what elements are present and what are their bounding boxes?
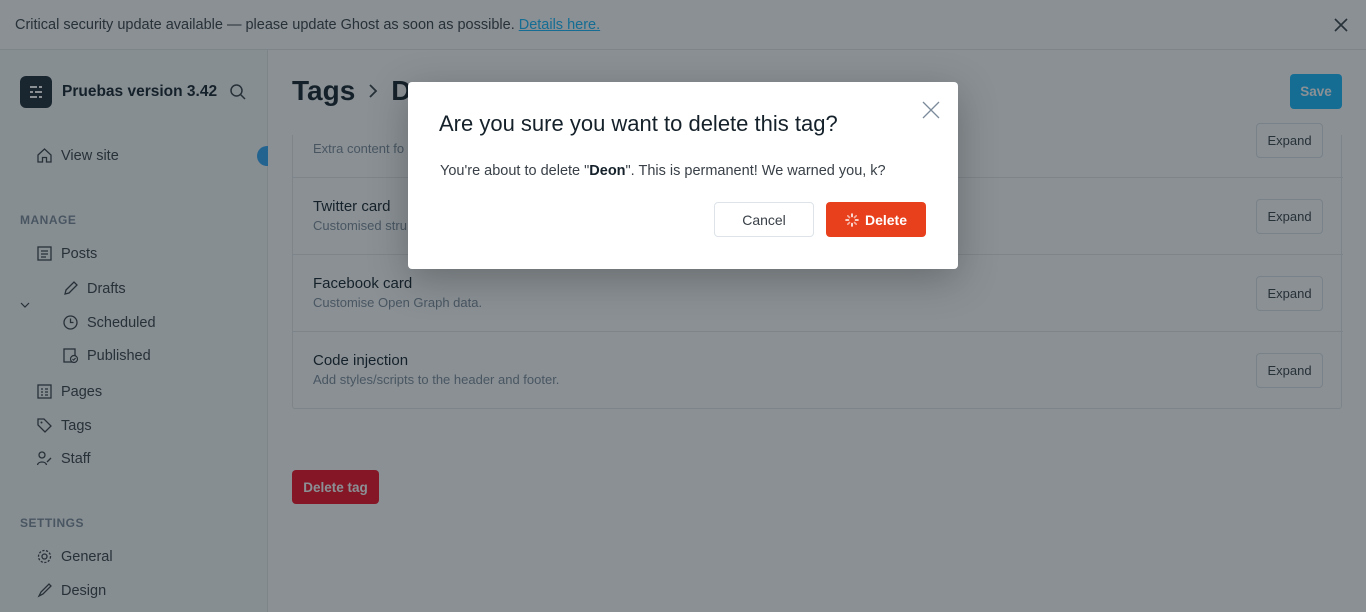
modal-body: You're about to delete "Deon". This is p… xyxy=(440,163,886,179)
confirm-delete-button[interactable]: Delete xyxy=(826,202,926,237)
modal-body-suffix: ". This is permanent! We warned you, k? xyxy=(625,163,886,179)
modal-tag-name: Deon xyxy=(589,163,626,179)
spinner-icon xyxy=(845,212,859,227)
delete-confirm-modal: Are you sure you want to delete this tag… xyxy=(408,82,958,269)
confirm-delete-label: Delete xyxy=(864,211,908,228)
modal-body-prefix: You're about to delete " xyxy=(440,163,590,179)
modal-title: Are you sure you want to delete this tag… xyxy=(439,111,838,136)
close-icon[interactable] xyxy=(922,101,940,119)
cancel-button[interactable]: Cancel xyxy=(714,202,814,237)
